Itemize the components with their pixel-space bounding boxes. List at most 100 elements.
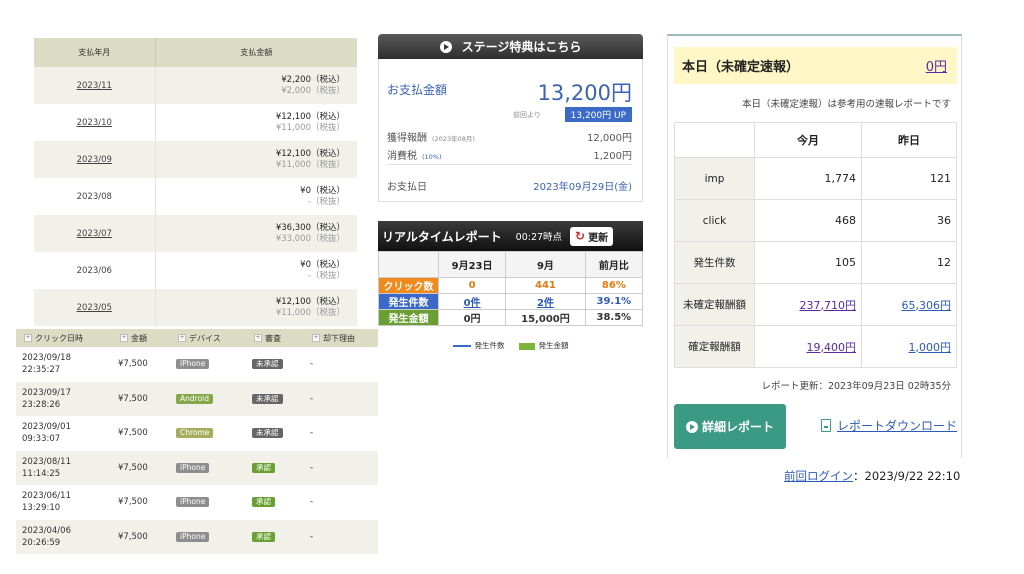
click-amount: ¥7,500: [112, 519, 170, 554]
refresh-button[interactable]: ↻ 更新: [570, 226, 614, 246]
earned-note: (2023年08月): [432, 135, 475, 143]
today-row-label: 未確定報酬額: [674, 283, 755, 326]
detail-report-button[interactable]: 詳細レポート: [674, 404, 786, 449]
click-reason: -: [310, 428, 314, 439]
click-col-header[interactable]: + 却下理由: [304, 329, 378, 347]
realtime-row-label: 発生件数: [378, 293, 439, 310]
sort-toggle-icon[interactable]: +: [178, 334, 186, 342]
table-row: 2023/09/18 22:35:27 ¥7,500 iPhone 未承認 -: [16, 347, 378, 382]
status-badge: 承認: [252, 531, 275, 542]
click-device: iPhone: [170, 450, 246, 485]
today-amount-link[interactable]: 0円: [926, 56, 947, 75]
sort-toggle-icon[interactable]: +: [120, 334, 128, 342]
tax-note: (10%): [422, 153, 442, 161]
stage-benefit-button[interactable]: ステージ特典はこちら: [378, 34, 643, 59]
table-row: 2023/06/11 13:29:10 ¥7,500 iPhone 承認 -: [16, 485, 378, 520]
amount-tax-ex: -（税抜）: [307, 196, 345, 207]
realtime-count-link[interactable]: 2件: [537, 298, 554, 309]
realtime-corner: [378, 251, 439, 278]
pay-month-link[interactable]: 2023/05: [77, 303, 112, 313]
table-row: 2023/05 ¥12,100（税込） ¥11,000（税抜）: [34, 289, 357, 326]
play-circle-icon: [439, 40, 452, 53]
amount-tax-ex: ¥11,000（税抜）: [275, 307, 345, 318]
table-row: 2023/08/11 11:14:25 ¥7,500 iPhone 承認 -: [16, 450, 378, 485]
click-col-header[interactable]: + 審査: [246, 329, 304, 347]
click-amount: ¥7,500: [118, 497, 148, 508]
pay-month-cell: 2023/07: [34, 215, 156, 252]
realtime-day-value: 0: [437, 277, 507, 294]
refresh-label: 更新: [588, 232, 609, 244]
report-download-label[interactable]: レポートダウンロード: [837, 417, 957, 434]
amount-tax-in: ¥12,100（税込）: [275, 148, 345, 159]
bar-swatch-icon: [518, 342, 535, 350]
click-datetime: 2023/04/06 20:26:59: [16, 519, 112, 554]
payment-title: お支払金額: [387, 83, 448, 97]
amount-tax-in: ¥12,100（税込）: [275, 296, 345, 307]
today-yesterday-value: 65,306円: [860, 283, 958, 326]
earned-label: 獲得報酬: [387, 133, 427, 144]
realtime-header: リアルタイムレポート 00:27時点 ↻ 更新: [378, 221, 643, 251]
pay-amount-cell: ¥12,100（税込） ¥11,000（税抜）: [155, 104, 357, 141]
table-row: 2023/09/01 09:33:07 ¥7,500 Chrome 未承認 -: [16, 416, 378, 451]
realtime-ratio-value: 38.5%: [584, 309, 644, 326]
click-status: 承認: [246, 485, 304, 520]
payment-amount: 13,200円: [537, 81, 632, 105]
tax-row: 消費税 (10%) 1,200円: [387, 147, 632, 162]
table-row: 2023/06 ¥0（税込） -（税抜）: [34, 252, 357, 289]
amount-tax-in: ¥0（税込）: [300, 185, 345, 196]
today-yesterday-value: 12: [860, 241, 958, 284]
pay-month-cell: 2023/06: [34, 252, 156, 289]
pay-month-link[interactable]: 2023/07: [77, 229, 112, 239]
status-badge: 未承認: [252, 393, 283, 404]
click-amount: ¥7,500: [118, 359, 148, 370]
earned-value: 12,000円: [587, 133, 632, 144]
table-row: 2023/09 ¥12,100（税込） ¥11,000（税抜）: [34, 141, 357, 178]
today-yesterday-value: 36: [860, 199, 958, 242]
today-value-link[interactable]: 65,306円: [902, 299, 952, 312]
device-badge: Android: [176, 393, 213, 404]
realtime-day-value: 0円: [437, 309, 507, 326]
amount-tax-in: ¥0（税込）: [300, 259, 345, 270]
line-swatch-icon: [452, 345, 471, 347]
arrow-circle-icon: [685, 420, 698, 433]
today-month-value: 105: [754, 241, 862, 284]
tax-label: 消費税: [387, 151, 417, 162]
sort-toggle-icon[interactable]: +: [254, 334, 262, 342]
today-row-label: imp: [674, 157, 755, 200]
pay-date-row: お支払日 2023年09月29日(金): [387, 178, 632, 193]
report-download-link[interactable]: レポートダウンロード: [821, 417, 957, 434]
prev-label: 前回より: [513, 111, 541, 119]
click-col-header[interactable]: + 金額: [112, 329, 170, 347]
click-device: Chrome: [170, 416, 246, 451]
document-icon: [821, 419, 831, 432]
today-value-link[interactable]: 19,400円: [806, 341, 856, 354]
pay-month-link[interactable]: 2023/09: [77, 155, 112, 165]
today-value-link[interactable]: 237,710円: [799, 299, 856, 312]
table-row: 2023/10 ¥12,100（税込） ¥11,000（税抜）: [34, 104, 357, 141]
click-col-header[interactable]: + クリック日時: [16, 329, 112, 347]
amount-tax-in: ¥12,100（税込）: [275, 111, 345, 122]
pay-month-cell: 2023/08: [34, 178, 156, 215]
today-report-panel: 本日（未確定速報） 0円 本日（未確定速報）は参考用の速報レポートです 今月 昨…: [667, 34, 962, 458]
realtime-count-link[interactable]: 0件: [464, 298, 481, 309]
amount-tax-in: ¥2,200（税込）: [281, 74, 345, 85]
today-header: 本日（未確定速報） 0円: [674, 47, 957, 84]
last-login-link[interactable]: 前回ログイン: [784, 469, 853, 483]
today-month-value: 1,774: [754, 157, 862, 200]
click-status: 未承認: [246, 347, 304, 382]
pay-month-link[interactable]: 2023/11: [77, 81, 112, 91]
today-value-link[interactable]: 1,000円: [909, 341, 952, 354]
pay-month-cell: 2023/11: [34, 67, 156, 104]
today-month-value: 237,710円: [754, 283, 862, 326]
click-device: Android: [170, 381, 246, 416]
col-ratio: 前月比: [584, 251, 644, 278]
refresh-icon: ↻: [575, 229, 586, 243]
pay-month-link[interactable]: 2023/10: [77, 118, 112, 128]
sort-toggle-icon[interactable]: +: [312, 334, 320, 342]
earned-row: 獲得報酬 (2023年08月) 12,000円: [387, 129, 632, 144]
click-col-header[interactable]: + デバイス: [170, 329, 246, 347]
amount-tax-ex: ¥11,000（税抜）: [275, 122, 345, 133]
amount-tax-ex: -（税抜）: [307, 270, 345, 281]
legend-count: 発生件数: [452, 340, 505, 351]
sort-toggle-icon[interactable]: +: [24, 334, 32, 342]
